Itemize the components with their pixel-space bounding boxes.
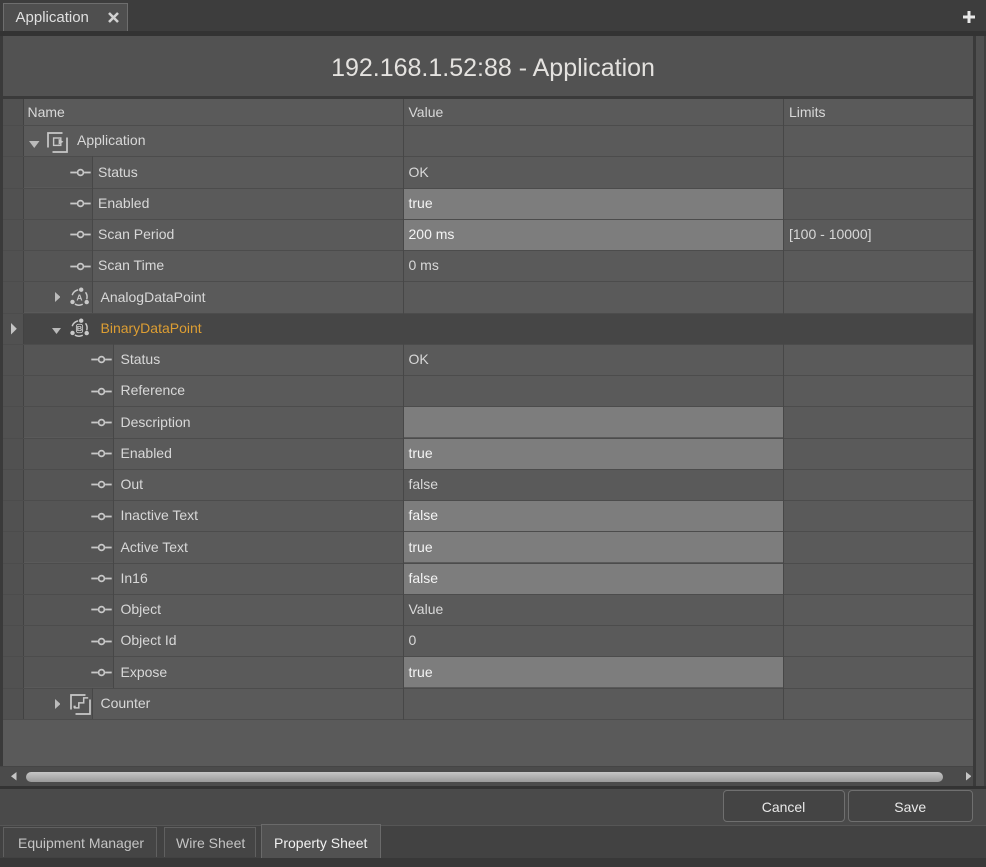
svg-text:B: B xyxy=(77,324,83,333)
svg-text:A: A xyxy=(77,292,83,302)
